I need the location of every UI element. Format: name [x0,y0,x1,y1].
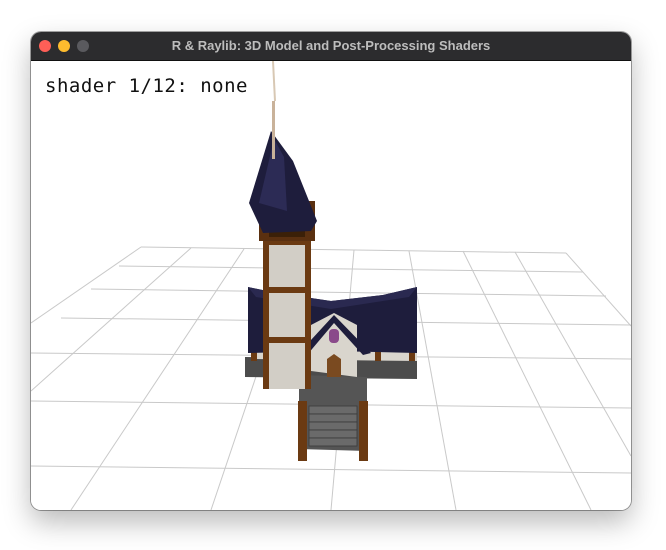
render-canvas[interactable]: shader 1/12: none [31,61,631,510]
window-title: R & Raylib: 3D Model and Post-Processing… [171,38,491,53]
title-bar[interactable]: R & Raylib: 3D Model and Post-Processing… [31,32,631,61]
shader-status-text: shader 1/12: none [45,75,248,97]
church-model [245,61,417,461]
scene-svg [31,61,631,510]
app-window: R & Raylib: 3D Model and Post-Processing… [31,32,631,510]
